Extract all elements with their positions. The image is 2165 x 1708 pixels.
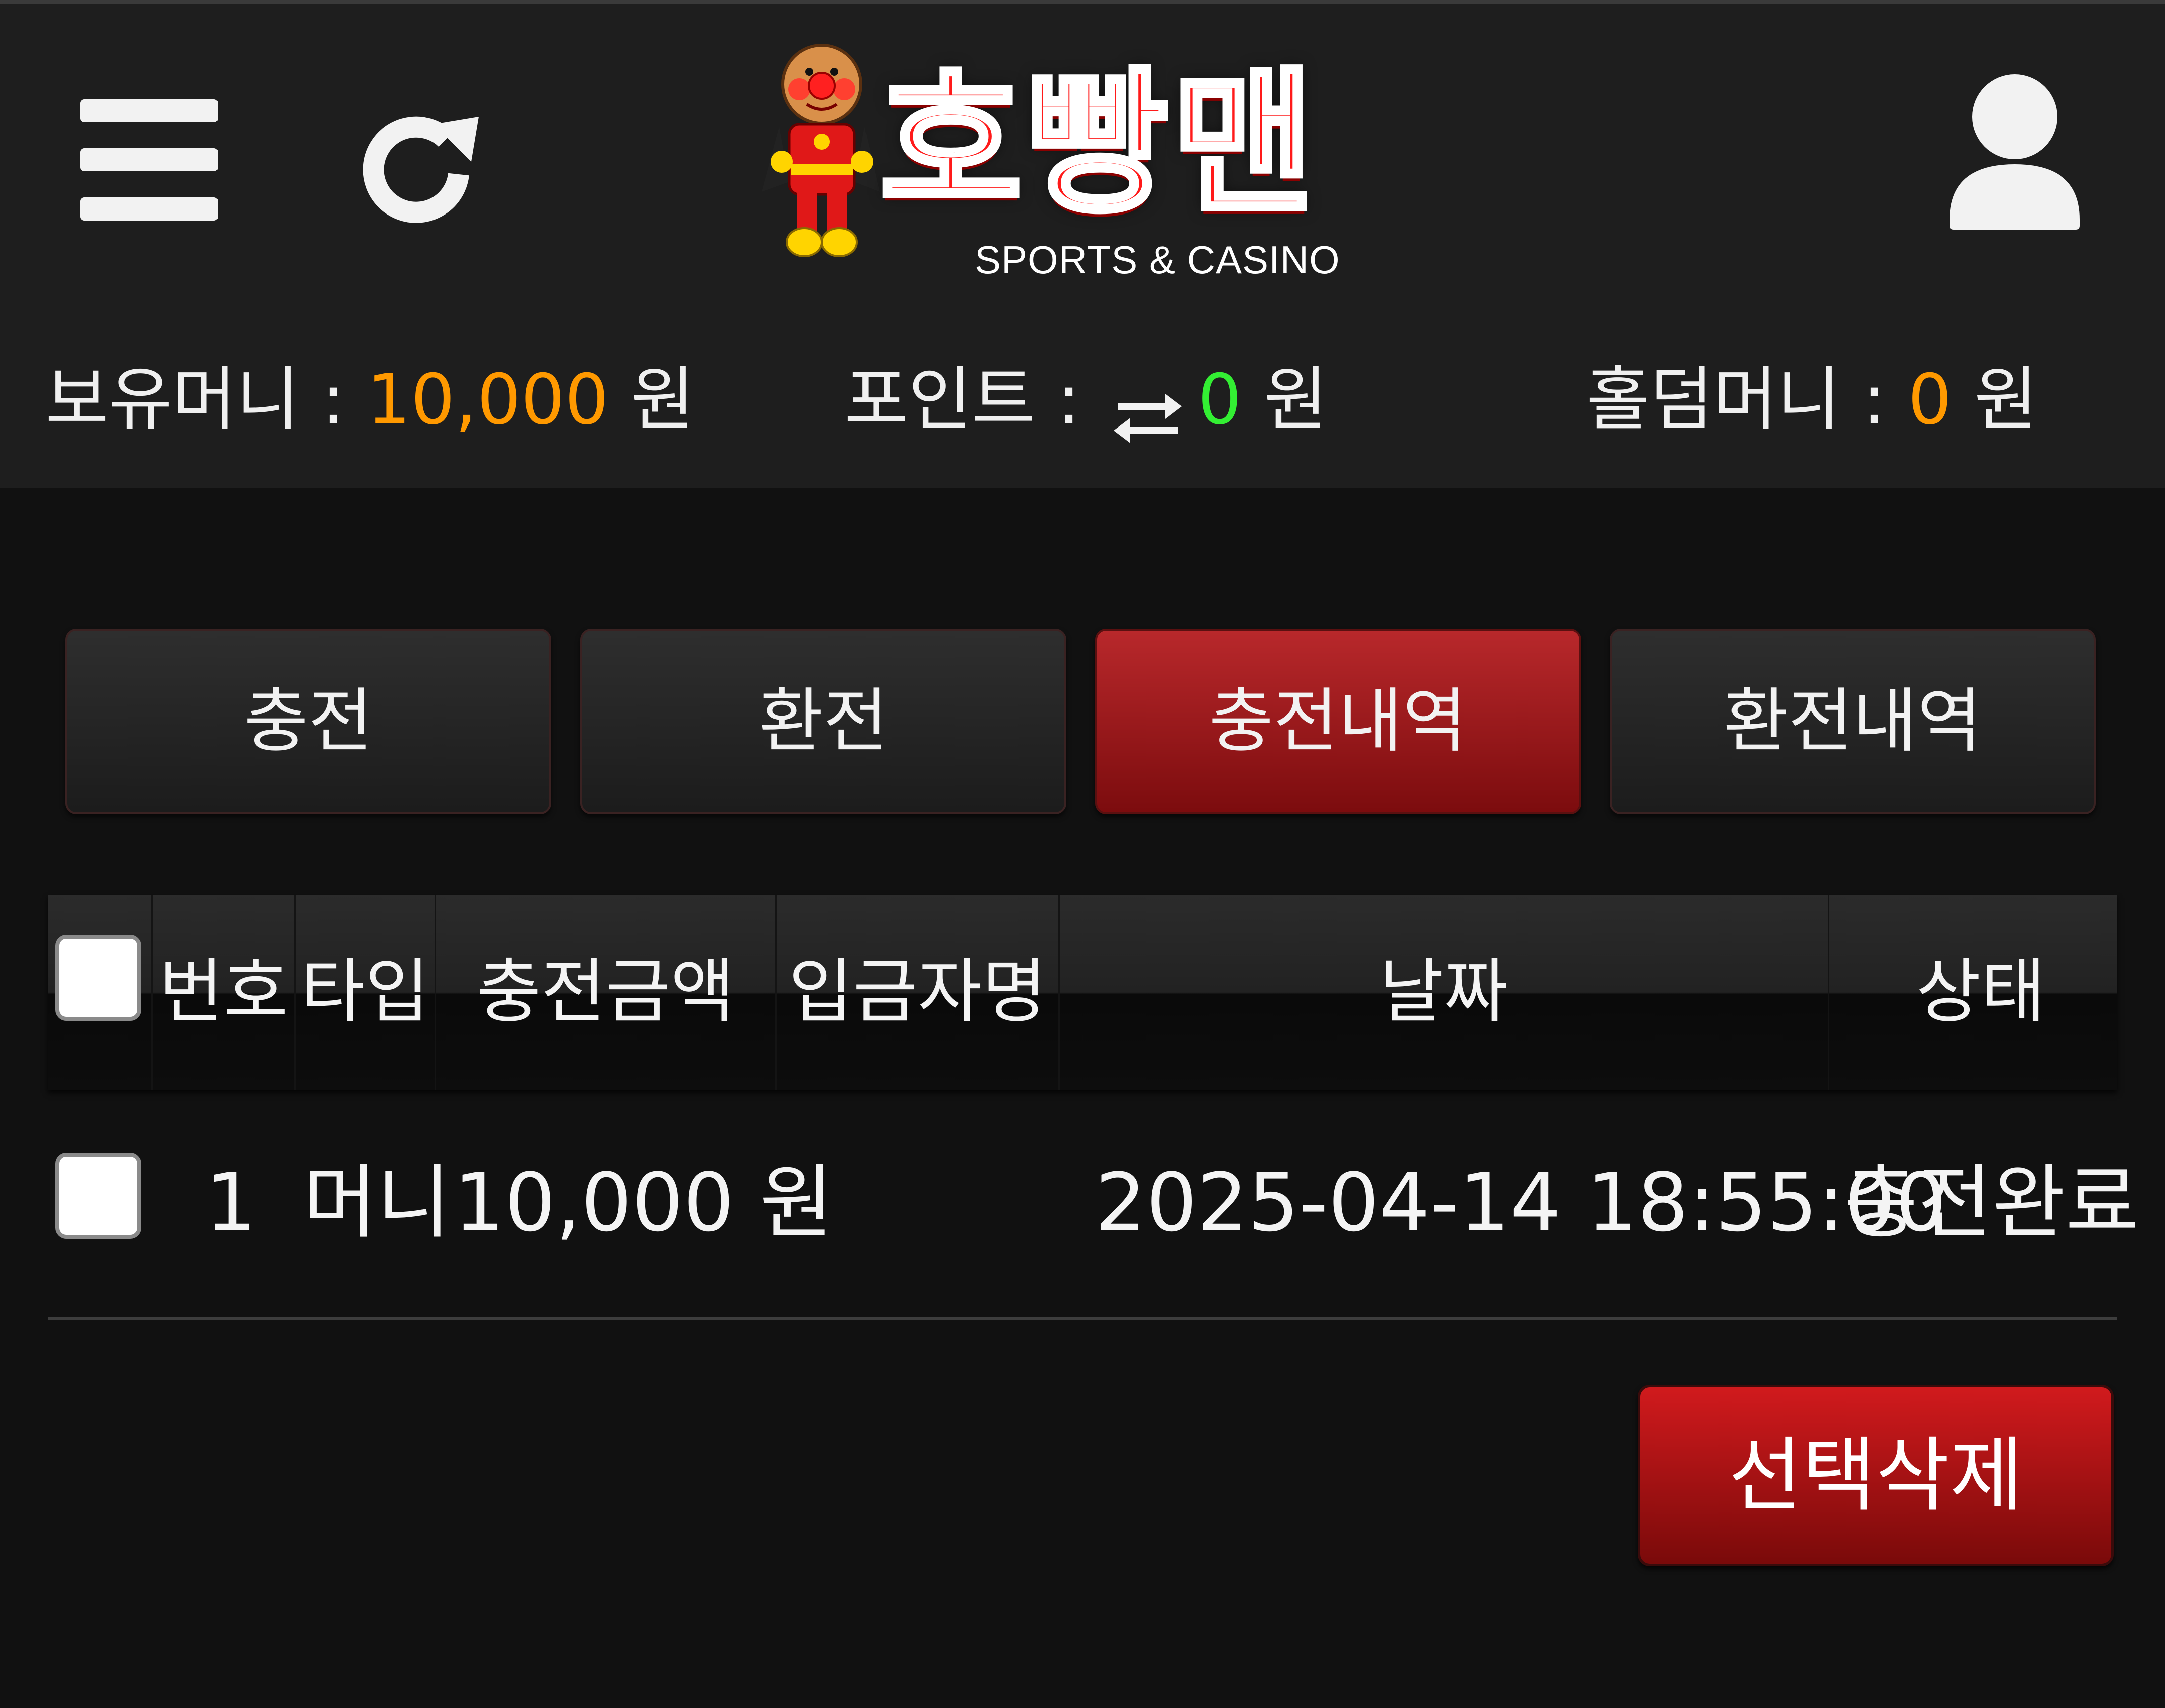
delete-selected-button[interactable]: 선택삭제 — [1638, 1385, 2114, 1566]
select-all-checkbox[interactable] — [55, 935, 141, 1021]
holdem-unit: 원 — [1952, 359, 2038, 440]
mascot-icon — [762, 44, 880, 257]
point-value: 0 — [1198, 359, 1242, 440]
row-amount: 10,000 원 — [454, 1156, 833, 1249]
money-label: 보유머니 : — [45, 359, 367, 440]
column-status: 상태 — [1916, 951, 2046, 1033]
header-bar: 호빵맨 SPORTS & CASINO 보유머니 : 10,000 원 포인트 … — [0, 4, 2165, 488]
balance-bar: 보유머니 : 10,000 원 포인트 : 0 원 홀덤머니 : 0 원 — [0, 350, 2165, 450]
money-unit: 원 — [608, 359, 695, 440]
column-depositor: 입금자명 — [777, 895, 1060, 1090]
point-unit: 원 — [1241, 359, 1328, 440]
holdem-value: 0 — [1908, 359, 1952, 440]
money-balance: 보유머니 : 10,000 원 — [45, 350, 695, 450]
brand-logo[interactable]: 호빵맨 SPORTS & CASINO — [752, 39, 1443, 300]
logo-title: 호빵맨 — [877, 51, 1318, 237]
column-type: 타입 — [296, 895, 436, 1090]
row-type: 머니 — [303, 1156, 451, 1249]
row-divider — [48, 1317, 2117, 1320]
tab-exchange-history[interactable]: 환전내역 — [1610, 629, 2096, 814]
tab-charge[interactable]: 충전 — [65, 629, 551, 814]
tab-exchange[interactable]: 환전 — [580, 629, 1066, 814]
logo-subtitle: SPORTS & CASINO — [975, 238, 1340, 282]
column-number: 번호 — [153, 895, 296, 1090]
refresh-icon[interactable] — [358, 104, 489, 235]
hamburger-menu-icon[interactable] — [80, 99, 221, 225]
tab-charge-history[interactable]: 충전내역 — [1095, 629, 1581, 814]
column-date: 날짜 — [1060, 895, 1829, 1090]
money-value: 10,000 — [367, 359, 609, 440]
table-header: 번호 타입 충전금액 입금자명 날짜 상태 — [48, 895, 2117, 1090]
row-date: 2025-04-14 18:55:00 — [1095, 1156, 1947, 1249]
row-number: 1 — [205, 1156, 257, 1249]
row-status: 충전완료 — [1844, 1156, 2139, 1249]
convert-arrows-icon[interactable] — [1113, 374, 1183, 444]
row-checkbox[interactable] — [55, 1153, 141, 1239]
column-amount: 충전금액 — [436, 895, 777, 1090]
top-border — [0, 0, 2165, 4]
point-label: 포인트 : — [844, 359, 1103, 440]
user-icon[interactable] — [1944, 69, 2085, 230]
holdem-label: 홀덤머니 : — [1586, 359, 1908, 440]
holdem-balance: 홀덤머니 : 0 원 — [1586, 350, 2038, 450]
point-balance: 포인트 : 0 원 — [844, 350, 1328, 450]
